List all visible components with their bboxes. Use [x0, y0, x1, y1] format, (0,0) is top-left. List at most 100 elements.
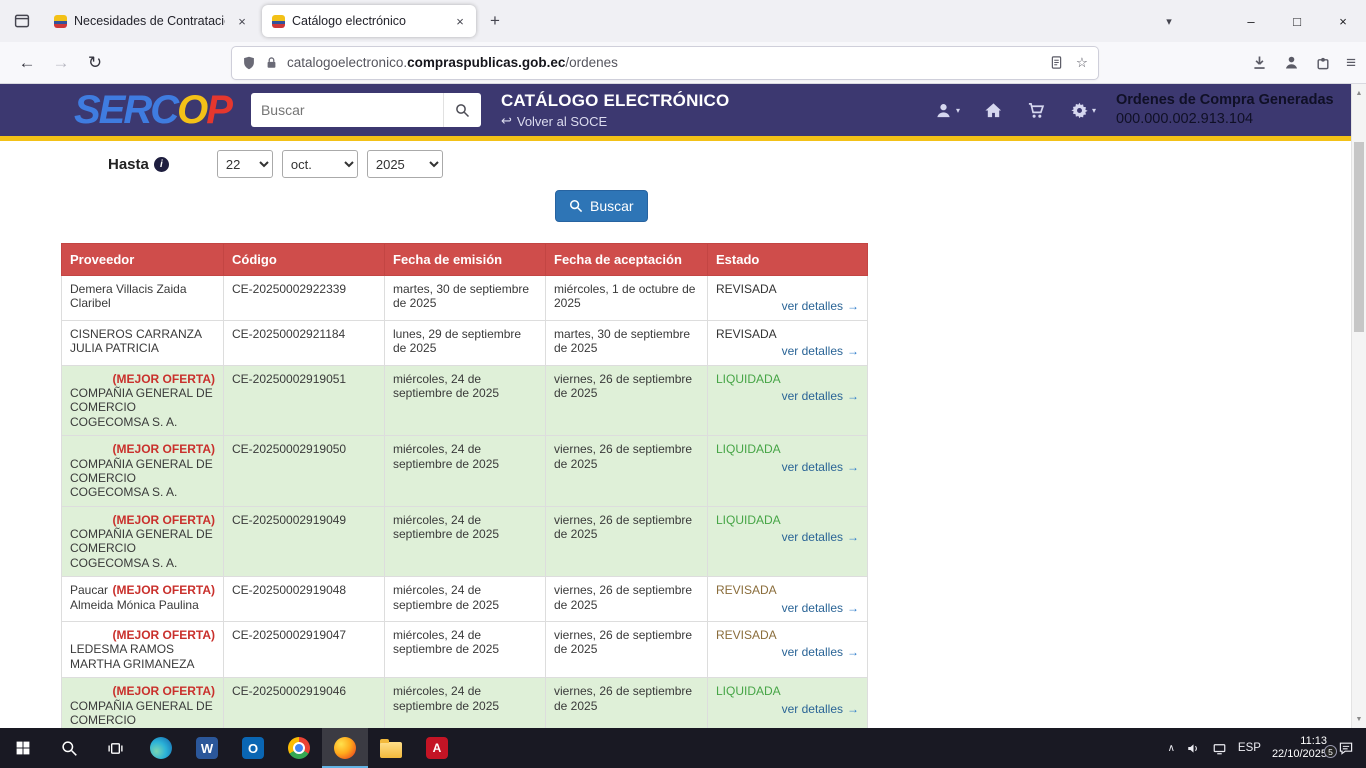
volver-soce-link[interactable]: ↩ Volver al SOCE [501, 113, 729, 129]
mejor-oferta-label: (MEJOR OFERTA) [113, 684, 215, 698]
arrow-right-icon: → [847, 299, 859, 313]
ver-detalles-link[interactable]: ver detalles→ [716, 530, 859, 544]
action-center-icon[interactable]: 5 [1338, 740, 1354, 756]
language-indicator[interactable]: ESP [1238, 742, 1261, 754]
page-scrollbar[interactable]: ▲ ▼ [1351, 84, 1366, 728]
codigo-cell: CE-20250002919046 [224, 678, 385, 728]
url-text[interactable]: catalogoelectronico.compraspublicas.gob.… [287, 55, 618, 70]
fecha-emision-cell: miércoles, 24 de septiembre de 2025 [385, 365, 546, 436]
orders-counter: Ordenes de Compra Generadas 000.000.002.… [1116, 91, 1336, 129]
info-icon[interactable]: i [154, 157, 169, 172]
scrollbar-thumb[interactable] [1354, 142, 1364, 332]
day-select[interactable]: 22 [217, 150, 273, 178]
task-view-icon[interactable] [92, 728, 138, 768]
estado-cell: LIQUIDADA ver detalles→ [708, 506, 868, 577]
mejor-oferta-label: (MEJOR OFERTA) [113, 442, 215, 456]
proveedor-cell: (MEJOR OFERTA) COMPAÑIA GENERAL DE COMER… [62, 365, 224, 436]
proveedor-name: LEDESMA RAMOS MARTHA GRIMANEZA [70, 642, 194, 670]
mejor-oferta-label: (MEJOR OFERTA) [113, 583, 215, 597]
estado-label: REVISADA [716, 282, 859, 296]
ver-detalles-link[interactable]: ver detalles→ [716, 299, 859, 313]
user-menu-icon[interactable]: ▾ [934, 101, 960, 120]
chrome-icon[interactable] [276, 728, 322, 768]
fecha-emision-cell: miércoles, 24 de septiembre de 2025 [385, 436, 546, 507]
proveedor-cell: Demera Villacis Zaida Claribel [62, 276, 224, 321]
buscar-button[interactable]: Buscar [555, 190, 648, 222]
fecha-aceptacion-cell: viernes, 26 de septiembre de 2025 [546, 436, 708, 507]
arrow-right-icon: → [847, 389, 859, 403]
menu-icon[interactable]: ≡ [1346, 53, 1356, 73]
fecha-emision-cell: miércoles, 24 de septiembre de 2025 [385, 506, 546, 577]
extensions-icon[interactable] [1315, 55, 1331, 71]
account-icon[interactable] [1283, 54, 1300, 71]
return-icon: ↩ [501, 113, 512, 129]
start-button[interactable] [0, 728, 46, 768]
firefox-view-icon[interactable] [8, 7, 36, 35]
table-row: (MEJOR OFERTA) Paucar Almeida Mónica Pau… [62, 577, 868, 622]
proveedor-cell: (MEJOR OFERTA) COMPAÑIA GENERAL DE COMER… [62, 436, 224, 507]
tab-close-icon[interactable]: × [450, 11, 470, 31]
hidden-icons-chevron[interactable]: ∧ [1168, 743, 1175, 754]
downloads-icon[interactable] [1251, 54, 1268, 71]
col-fecha-emision: Fecha de emisión [385, 244, 546, 276]
firefox-icon[interactable] [322, 728, 368, 768]
taskbar-search-icon[interactable] [46, 728, 92, 768]
fecha-emision-cell: lunes, 29 de septiembre de 2025 [385, 320, 546, 365]
scroll-up-icon[interactable]: ▲ [1352, 87, 1366, 99]
minimize-button[interactable]: – [1228, 0, 1274, 42]
proveedor-cell: (MEJOR OFERTA) LEDESMA RAMOS MARTHA GRIM… [62, 622, 224, 678]
ver-detalles-link[interactable]: ver detalles→ [716, 344, 859, 358]
back-button[interactable]: ← [10, 48, 44, 78]
reload-button[interactable]: ↻ [78, 48, 112, 78]
tab-close-icon[interactable]: × [232, 11, 252, 31]
home-icon[interactable] [984, 101, 1003, 120]
ver-detalles-link[interactable]: ver detalles→ [716, 389, 859, 403]
scroll-down-icon[interactable]: ▼ [1352, 713, 1366, 725]
ver-detalles-link[interactable]: ver detalles→ [716, 645, 859, 659]
browser-tab-inactive[interactable]: Necesidades de Contratación y × [44, 5, 258, 37]
close-button[interactable]: × [1320, 0, 1366, 42]
address-bar[interactable]: catalogoelectronico.compraspublicas.gob.… [232, 47, 1098, 79]
edge-icon[interactable] [138, 728, 184, 768]
cart-icon[interactable] [1027, 101, 1046, 120]
proveedor-cell: CISNEROS CARRANZA JULIA PATRICIA [62, 320, 224, 365]
gear-icon[interactable]: ▾ [1070, 101, 1096, 120]
col-fecha-aceptacion: Fecha de aceptación [546, 244, 708, 276]
tab-title: Necesidades de Contratación y [74, 14, 225, 28]
network-icon[interactable] [1212, 741, 1227, 756]
maximize-button[interactable]: □ [1274, 0, 1320, 42]
codigo-cell: CE-20250002922339 [224, 276, 385, 321]
estado-label: LIQUIDADA [716, 442, 859, 456]
ver-detalles-link[interactable]: ver detalles→ [716, 601, 859, 615]
volume-icon[interactable] [1186, 741, 1201, 756]
shield-icon[interactable] [242, 56, 256, 70]
col-estado: Estado [708, 244, 868, 276]
outlook-icon[interactable]: O [230, 728, 276, 768]
ver-detalles-link[interactable]: ver detalles→ [716, 702, 859, 716]
fecha-aceptacion-cell: viernes, 26 de septiembre de 2025 [546, 678, 708, 728]
codigo-cell: CE-20250002919048 [224, 577, 385, 622]
reader-mode-icon[interactable] [1049, 55, 1064, 70]
table-row: Demera Villacis Zaida Claribel CE-202500… [62, 276, 868, 321]
proveedor-cell: (MEJOR OFERTA) COMPAÑIA GENERAL DE COMER… [62, 678, 224, 728]
month-select[interactable]: oct. [282, 150, 358, 178]
estado-cell: LIQUIDADA ver detalles→ [708, 365, 868, 436]
header-search-button[interactable] [443, 93, 481, 127]
file-explorer-icon[interactable] [368, 728, 414, 768]
ver-detalles-link[interactable]: ver detalles→ [716, 460, 859, 474]
sercop-logo[interactable]: SERCOP [74, 90, 231, 130]
year-select[interactable]: 2025 [367, 150, 443, 178]
acrobat-icon[interactable]: A [414, 728, 460, 768]
new-tab-button[interactable]: + [482, 8, 508, 34]
taskbar-clock[interactable]: 11:13 22/10/2025 [1272, 735, 1327, 761]
lock-icon[interactable] [265, 56, 278, 69]
estado-cell: REVISADA ver detalles→ [708, 577, 868, 622]
header-search-input[interactable] [251, 93, 443, 127]
tab-list-button[interactable]: ▾ [1154, 15, 1184, 28]
bookmark-star-icon[interactable]: ☆ [1076, 55, 1088, 71]
forward-button[interactable]: → [44, 48, 78, 78]
word-icon[interactable]: W [184, 728, 230, 768]
browser-tab-active[interactable]: Catálogo electrónico × [262, 5, 476, 37]
system-tray: ∧ ESP 11:13 22/10/2025 5 [1168, 728, 1366, 768]
proveedor-name: CISNEROS CARRANZA JULIA PATRICIA [70, 327, 201, 355]
